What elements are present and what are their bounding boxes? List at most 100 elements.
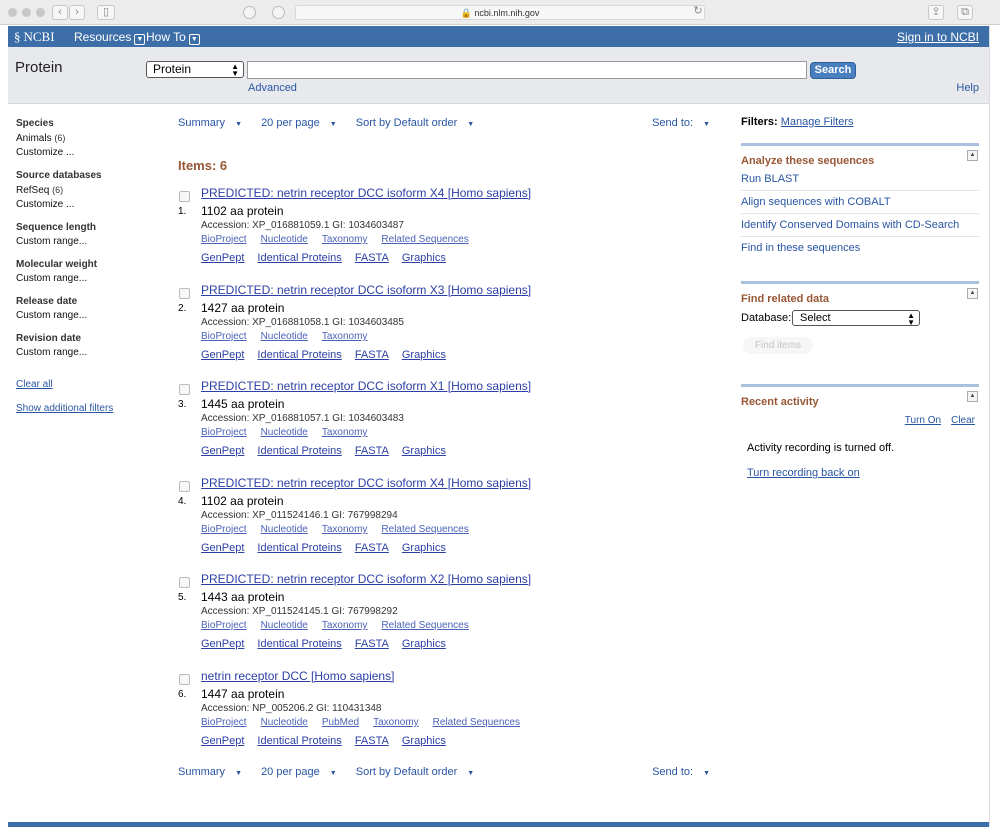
sign-in-link[interactable]: Sign in to NCBI [897,30,979,44]
pubmed-link[interactable]: PubMed [322,717,359,728]
bioproject-link[interactable]: BioProject [201,524,247,535]
close-window-icon[interactable] [8,8,17,17]
bioproject-link[interactable]: BioProject [201,620,247,631]
collapse-icon[interactable]: ▲ [967,150,978,161]
cd-search-link[interactable]: Identify Conserved Domains with CD-Searc… [741,219,979,237]
per-page-dropdown[interactable]: 20 per page ▼ [261,117,345,129]
related-sequences-link[interactable]: Related Sequences [433,717,520,728]
send-to-dropdown[interactable]: Send to: ▼ [652,117,718,129]
taxonomy-link[interactable]: Taxonomy [322,427,368,438]
run-blast-link[interactable]: Run BLAST [741,173,979,191]
result-checkbox[interactable] [179,191,190,202]
graphics-link[interactable]: Graphics [402,542,446,554]
filter-item[interactable]: Custom range... [16,346,146,360]
clear-link[interactable]: Clear [951,415,975,426]
filter-item[interactable]: Custom range... [16,272,146,286]
result-title-link[interactable]: PREDICTED: netrin receptor DCC isoform X… [201,572,531,586]
filter-item[interactable]: Custom range... [16,309,146,323]
reload-icon[interactable]: ↻ [690,5,706,20]
nucleotide-link[interactable]: Nucleotide [261,620,308,631]
nucleotide-link[interactable]: Nucleotide [261,524,308,535]
identical-proteins-link[interactable]: Identical Proteins [257,349,341,361]
bioproject-link[interactable]: BioProject [201,331,247,342]
filter-item[interactable]: Custom range... [16,235,146,249]
collapse-icon[interactable]: ▲ [967,391,978,402]
tabs-icon[interactable]: ⧉ [957,5,973,20]
reader-icon[interactable] [272,6,285,19]
turn-recording-on-link[interactable]: Turn recording back on [747,467,860,479]
identical-proteins-link[interactable]: Identical Proteins [257,638,341,650]
related-sequences-link[interactable]: Related Sequences [381,620,468,631]
identical-proteins-link[interactable]: Identical Proteins [257,542,341,554]
genpept-link[interactable]: GenPept [201,349,244,361]
filter-item[interactable]: Customize ... [16,146,146,160]
fasta-link[interactable]: FASTA [355,445,389,457]
send-to-dropdown[interactable]: Send to: ▼ [652,766,718,778]
summary-dropdown[interactable]: Summary ▼ [178,766,250,778]
collapse-icon[interactable]: ▲ [967,288,978,299]
genpept-link[interactable]: GenPept [201,638,244,650]
identical-proteins-link[interactable]: Identical Proteins [257,735,341,747]
fasta-link[interactable]: FASTA [355,349,389,361]
graphics-link[interactable]: Graphics [402,349,446,361]
per-page-dropdown[interactable]: 20 per page ▼ [261,766,345,778]
share-icon[interactable]: ⇪ [928,5,944,20]
clear-all-link[interactable]: Clear all [16,378,146,392]
genpept-link[interactable]: GenPept [201,735,244,747]
minimize-window-icon[interactable] [22,8,31,17]
identical-proteins-link[interactable]: Identical Proteins [257,252,341,264]
show-additional-filters-link[interactable]: Show additional filters [16,402,146,416]
graphics-link[interactable]: Graphics [402,638,446,650]
genpept-link[interactable]: GenPept [201,542,244,554]
nucleotide-link[interactable]: Nucleotide [261,331,308,342]
result-title-link[interactable]: PREDICTED: netrin receptor DCC isoform X… [201,283,531,297]
zoom-window-icon[interactable] [36,8,45,17]
fasta-link[interactable]: FASTA [355,252,389,264]
bioproject-link[interactable]: BioProject [201,717,247,728]
ncbi-logo[interactable]: § NCBI [14,29,55,45]
graphics-link[interactable]: Graphics [402,252,446,264]
genpept-link[interactable]: GenPept [201,445,244,457]
back-icon[interactable]: ‹ [52,5,68,20]
search-button[interactable]: Search [810,62,856,79]
advanced-link[interactable]: Advanced [248,82,297,94]
taxonomy-link[interactable]: Taxonomy [373,717,419,728]
filter-item[interactable]: RefSeq (6) [16,183,146,198]
result-checkbox[interactable] [179,674,190,685]
bioproject-link[interactable]: BioProject [201,234,247,245]
result-title-link[interactable]: PREDICTED: netrin receptor DCC isoform X… [201,379,531,393]
manage-filters-link[interactable]: Manage Filters [781,116,854,128]
result-checkbox[interactable] [179,288,190,299]
nucleotide-link[interactable]: Nucleotide [261,427,308,438]
sort-dropdown[interactable]: Sort by Default order ▼ [356,117,482,129]
result-checkbox[interactable] [179,577,190,588]
result-title-link[interactable]: PREDICTED: netrin receptor DCC isoform X… [201,186,531,200]
taxonomy-link[interactable]: Taxonomy [322,524,368,535]
align-cobalt-link[interactable]: Align sequences with COBALT [741,196,979,214]
related-sequences-link[interactable]: Related Sequences [381,234,468,245]
address-bar[interactable]: 🔒 ncbi.nlm.nih.gov [295,5,705,20]
summary-dropdown[interactable]: Summary ▼ [178,117,250,129]
related-sequences-link[interactable]: Related Sequences [381,524,468,535]
result-checkbox[interactable] [179,481,190,492]
related-database-select[interactable]: Select ▲ ▼ [792,310,920,327]
graphics-link[interactable]: Graphics [402,735,446,747]
find-in-sequences-link[interactable]: Find in these sequences [741,242,979,259]
graphics-link[interactable]: Graphics [402,445,446,457]
filter-item[interactable]: Customize ... [16,198,146,212]
shield-icon[interactable] [243,6,256,19]
taxonomy-link[interactable]: Taxonomy [322,620,368,631]
turn-on-link[interactable]: Turn On [905,415,941,426]
resources-menu[interactable]: Resources ▼ [74,30,146,45]
database-select[interactable]: Protein ▲ ▼ [146,61,244,78]
fasta-link[interactable]: FASTA [355,735,389,747]
help-link[interactable]: Help [956,82,979,94]
forward-icon[interactable]: › [69,5,85,20]
taxonomy-link[interactable]: Taxonomy [322,234,368,245]
find-items-button[interactable]: Find items [743,337,813,354]
fasta-link[interactable]: FASTA [355,542,389,554]
filter-item[interactable]: Animals (6) [16,131,146,146]
identical-proteins-link[interactable]: Identical Proteins [257,445,341,457]
search-input[interactable] [247,61,807,79]
sidebar-icon[interactable]: ▯ [97,5,115,20]
